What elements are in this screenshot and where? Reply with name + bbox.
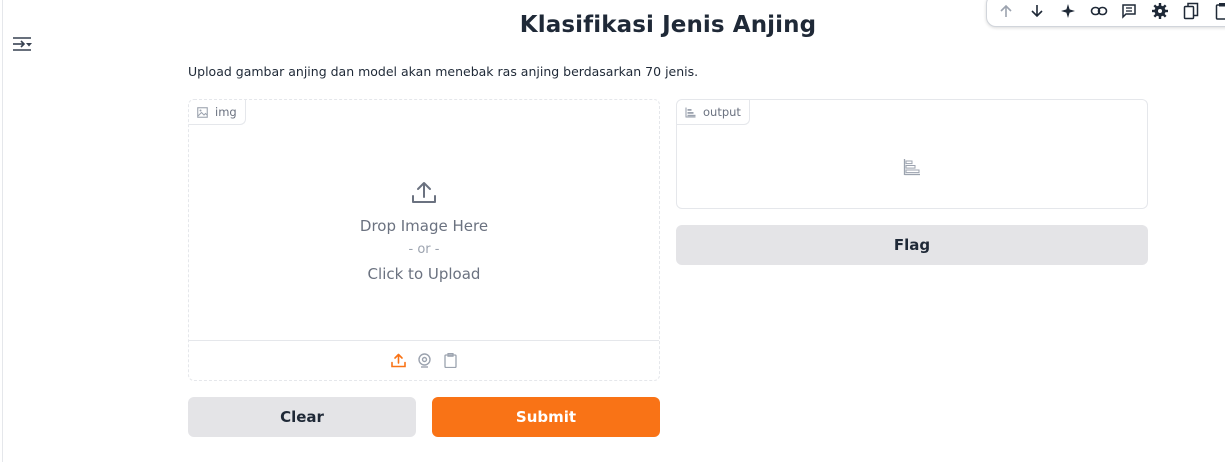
sparkle-icon[interactable] [1055,0,1082,25]
bar-chart-icon [903,158,920,175]
input-label: img [189,100,246,125]
webcam-icon [417,353,431,368]
output-label: output [677,100,750,125]
gear-icon[interactable] [1147,0,1174,25]
output-label-text: output [703,105,741,119]
copy-doc-icon[interactable] [1178,0,1205,25]
click-to-upload-text: Click to Upload [367,264,481,283]
app-description: Upload gambar anjing dan model akan mene… [188,64,699,79]
upload-icon [412,181,436,203]
clipboard-source-button[interactable] [441,352,459,370]
bar-chart-icon [685,107,696,118]
drop-image-text: Drop Image Here [359,216,489,235]
webcam-source-button[interactable] [415,352,433,370]
or-separator: - or - [408,241,440,257]
upload-icon [390,353,406,368]
output-empty-state [677,125,1147,208]
link-icon[interactable] [1085,0,1112,25]
upload-source-button[interactable] [389,352,407,370]
left-rail [0,0,3,462]
clipboard-icon[interactable] [1208,0,1225,25]
arrow-down-icon[interactable] [1024,0,1051,25]
arrow-up-icon[interactable] [993,0,1020,25]
submit-button[interactable]: Submit [432,397,660,437]
clear-button[interactable]: Clear [188,397,416,437]
clipboard-icon [443,353,457,368]
floating-toolbar [986,0,1225,27]
comment-icon[interactable] [1116,0,1143,25]
flag-button[interactable]: Flag [676,225,1148,265]
output-panel: output [676,99,1148,209]
input-label-text: img [215,105,237,119]
image-dropzone[interactable]: Drop Image Here - or - Click to Upload [189,125,659,340]
source-selector [189,340,659,380]
image-input-panel: img Drop Image Here - or - Click to Uplo… [188,99,660,381]
image-icon [197,106,208,118]
